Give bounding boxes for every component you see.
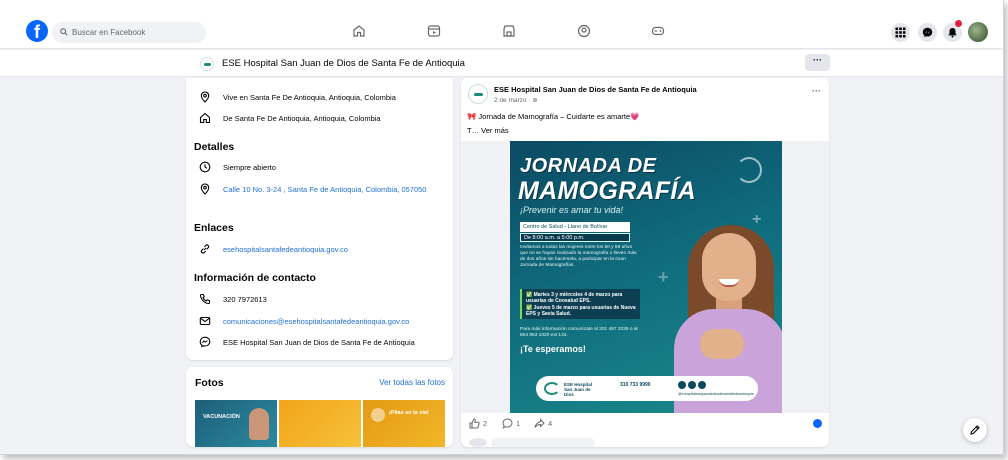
avatar[interactable] [968,22,988,42]
page-header-bar: ESE Hospital San Juan de Dios de Santa F… [0,50,1003,77]
plus-decoration-icon: + [658,267,669,287]
thumbnail-logo [371,408,385,422]
messenger-icon [922,27,933,38]
top-navigation: f Buscar en Facebook [0,0,1003,49]
menu-grid-icon [895,27,906,38]
search-input[interactable]: Buscar en Facebook [52,22,206,43]
poster-title-line1: JORNADA DE [520,155,657,177]
poster-footer-name: ESE Hospital San Juan de Dios [564,382,593,397]
instagram-icon [688,381,696,389]
home-icon [199,112,211,124]
post-actions: 2 1 4 [461,417,829,433]
messenger-icon [199,336,211,348]
bell-icon [948,28,957,38]
page-logo[interactable] [200,57,214,71]
photos-title: Fotos [195,377,224,389]
marketplace-icon[interactable] [502,24,516,38]
page-more-button[interactable]: ··· [805,54,830,71]
poster-dates-box: ✅ Martes 3 y miércoles 4 de marzo para u… [520,289,640,319]
website-link[interactable]: esehospitalsantafedeantioquia.gov.co [223,244,443,255]
location-pin-icon [200,183,210,195]
stethoscope-icon [736,157,762,183]
share-icon [534,418,545,428]
poster-title-line2: MAMOGRAFÍA [518,177,696,205]
poster-cta: ¡Te esperamos! [520,344,586,354]
groups-icon[interactable] [577,24,591,38]
poster-footer-phone: 310 733 9990 [620,382,651,388]
clock-icon [199,161,211,173]
poster-person-hands [700,329,744,359]
thumbnail-person [249,408,269,440]
links-heading: Enlaces [194,222,234,234]
phone-icon [199,293,211,305]
new-message-button[interactable] [963,418,987,442]
search-placeholder: Buscar en Facebook [72,28,146,37]
poster-body: Invitamos a todas las mujeres entre los … [520,245,637,268]
facebook-logo[interactable]: f [26,20,48,42]
poster-person-face [702,233,756,301]
poster-time: De 8:00 a.m. a 5:00 p.m. [520,233,630,242]
hours-text: Siempre abierto [223,163,276,172]
menu-grid-button[interactable] [891,23,910,42]
thumbs-up-icon [469,418,480,429]
plus-decoration-icon: + [752,211,762,228]
see-all-photos-link[interactable]: Ver todas las fotos [379,378,445,387]
search-icon [60,28,68,36]
post-options-button[interactable]: ··· [812,86,821,96]
phone-text: 320 7972613 [223,295,267,304]
compose-icon [970,425,980,435]
email-link[interactable]: comunicaciones@esehospitalsantafedeantio… [223,316,443,327]
poster-date-line: ✅ Jueves 5 de marzo para usuarias de Nue… [526,305,636,317]
poster-date-line: ✅ Martes 3 y miércoles 4 de marzo para u… [526,292,623,304]
hospital-logo-icon [544,382,560,395]
like-count: 2 [483,419,488,428]
address-link[interactable]: Calle 10 No. 3-24 , Santa Fe de Antioqui… [223,184,443,195]
intro-card: Vive en Santa Fe De Antioquia, Antioquia… [186,78,453,360]
comment-count: 1 [516,419,521,428]
see-more-link[interactable]: T… Ver más [467,126,509,135]
post-author[interactable]: ESE Hospital San Juan de Dios de Santa F… [494,85,697,94]
from-text: De Santa Fe De Antioquia, Antioquia, Col… [223,114,381,123]
home-icon[interactable] [352,24,366,38]
commenter-avatar [469,438,487,447]
post-image[interactable]: + + JORNADA DE MAMOGRAFÍA ¡Prevenir es a… [510,141,782,413]
gaming-icon[interactable] [651,24,665,38]
post-text: 🎀 Jornada de Mamografía – Cuidarte es am… [467,112,640,121]
poster-footer-url: @ehospitalsanjuandediosdesantafedeantioq… [678,392,754,396]
comment-input[interactable] [491,438,595,447]
post-author-avatar[interactable] [468,84,488,104]
page-title[interactable]: ESE Hospital San Juan de Dios de Santa F… [222,58,465,69]
contact-heading: Información de contacto [194,272,316,284]
share-count: 4 [548,419,553,428]
photos-card: Fotos Ver todas las fotos VACUNACIÓN ¡Pi… [186,367,453,447]
photo-thumbnail[interactable]: ¡Pilas en la vía! [363,400,445,447]
thumbnail-caption: ¡Pilas en la vía! [389,410,429,416]
link-icon [200,244,210,254]
poster-info: Para más información comunícate al 301 4… [520,327,638,338]
video-icon[interactable] [427,24,441,38]
facebook-icon [678,381,686,389]
lives-in-text: Vive en Santa Fe De Antioquia, Antioquia… [223,93,396,102]
browser-frame: f Buscar en Facebook ESE Hospital San Ju… [0,0,1004,455]
whatsapp-icon [698,381,706,389]
notification-badge [955,20,962,27]
post-date[interactable]: 2 de marzo · ⊕ [494,96,538,104]
poster-subtitle: ¡Prevenir es amar tu vida! [520,205,624,215]
photo-thumbnail[interactable] [279,400,361,447]
photo-thumbnail[interactable]: VACUNACIÓN [195,400,277,447]
details-heading: Detalles [194,141,235,153]
comment-icon [502,418,513,429]
poster-footer: ESE Hospital San Juan de Dios 310 733 99… [536,376,758,401]
envelope-icon [199,316,211,326]
audience-icon[interactable] [813,419,822,428]
location-pin-icon [200,91,210,103]
thumbnail-caption: VACUNACIÓN [203,414,240,420]
post-card: ESE Hospital San Juan de Dios de Santa F… [461,78,829,447]
messenger-button[interactable] [918,23,937,42]
messenger-text: ESE Hospital San Juan de Dios de Santa F… [223,338,415,347]
poster-place: Centro de Salud - Llano de Bolívar [520,222,630,232]
